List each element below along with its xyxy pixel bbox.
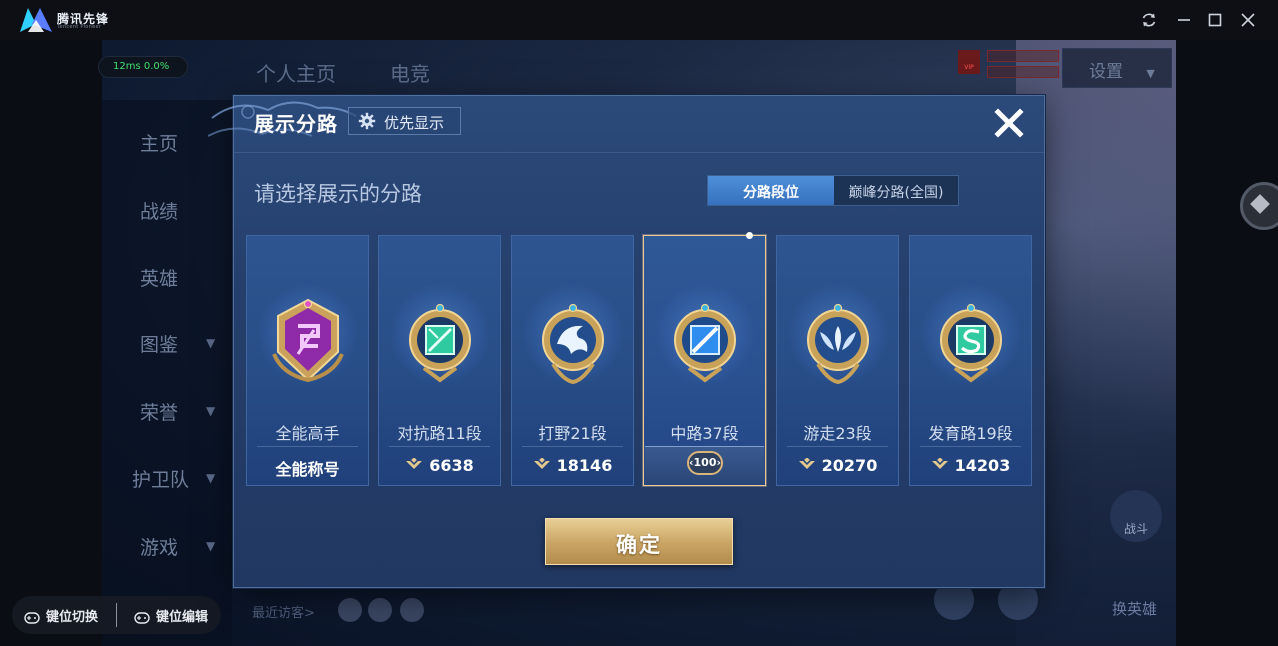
refresh-icon[interactable] [1139,10,1159,30]
priority-display-label: 优先显示 [384,114,445,132]
lane-card-farm[interactable]: 发育路19段 14203 [909,235,1032,486]
close-dialog-icon[interactable] [989,103,1029,143]
brand-subtitle: Tencent Pioneer [57,24,102,30]
lane-name: 打野21段 [538,424,607,443]
gear-icon [358,112,376,130]
dialog-subtitle: 请选择展示的分路 [254,182,422,206]
bg-notice-bar [987,66,1059,78]
lane-card-mid[interactable]: 中路37段 ‹100› [643,232,766,486]
confirm-button[interactable]: 确定 [545,518,733,565]
lane-name: 游走23段 [803,424,872,443]
lane-name: 对抗路11段 [397,424,482,443]
lane-name: 全能高手 [275,424,340,443]
chevron-down-icon: ▼ [206,471,216,485]
maximize-icon[interactable] [1205,10,1225,30]
lane-score: 20270 [777,456,898,475]
lane-score: 14203 [910,456,1031,475]
floating-side-button[interactable] [1240,182,1278,230]
rank-chevron-icon [533,458,550,469]
chevron-down-icon: ▼ [206,404,216,418]
key-edit-button[interactable]: 键位编辑 [134,606,208,625]
all-round-emblem-icon [272,298,344,383]
rank-chevron-icon [406,458,423,469]
sidebar-item-guard: 护卫队 ▼ [132,469,216,491]
lane-score: 18146 [512,456,633,475]
divider [522,446,623,447]
bg-fight-button: 战斗 [1110,490,1162,542]
bg-tab-profile: 个人主页 [256,62,336,86]
background-sidebar [102,100,232,646]
rank-chevron-icon [931,458,948,469]
vip-badge: VIP [958,50,980,74]
divider [234,152,1044,153]
lane-card-roam[interactable]: 游走23段 20270 [776,235,899,486]
title-bar: 腾讯先锋 Tencent Pioneer [0,0,1278,40]
bg-notice-bar [987,50,1059,62]
rank-chevron-icon [798,458,815,469]
selection-marker [746,232,753,239]
gamepad-icon [24,611,40,624]
divider [787,446,888,447]
sidebar-item-record: 战绩 [140,201,179,223]
chevron-down-icon: ▼ [206,336,216,350]
sidebar-item-heroes: 英雄 [140,268,179,290]
tab-peak-lane-national[interactable]: 巅峰分路(全国) [834,176,958,205]
divider [257,446,358,447]
key-mapping-bar: 键位切换 键位编辑 [12,596,221,634]
tab-lane-rank[interactable]: 分路段位 [708,176,834,205]
bg-settings-button: 设置 ▼ [1062,48,1172,88]
gamepad-icon [134,611,150,624]
divider [389,446,490,447]
bg-recent-visitors: 最近访客> [252,606,315,621]
chevron-down-icon: ▼ [206,539,216,553]
priority-display-button[interactable]: 优先显示 [348,107,461,135]
sidebar-item-codex: 图鉴 ▼ [140,334,216,356]
close-icon[interactable] [1238,10,1258,30]
latency-indicator: 12ms 0.0% [98,56,188,78]
lane-name: 发育路19段 [928,424,1013,443]
tencent-pioneer-logo-icon [20,8,52,32]
rank-badge: ‹100› [687,451,723,475]
segment-control: 分路段位 巅峰分路(全国) [707,175,959,206]
farm-lane-emblem-icon [940,303,1002,383]
bg-tab-esports: 电竞 [390,62,430,86]
bg-swap-hero: 换英雄 [1112,600,1158,618]
lane-card-all-round[interactable]: 全能高手 全能称号 [246,235,369,486]
lane-card-clash[interactable]: 对抗路11段 6638 [378,235,501,486]
emulator-window: 腾讯先锋 Tencent Pioneer 个人主页 电竞 主页 战绩 英雄 图鉴… [0,0,1278,646]
clash-lane-emblem-icon [409,303,471,383]
lane-display-dialog: 展示分路 优先显示 请选择展示的分路 分路段位 巅峰分路(全国) 全能高手 全能… [208,95,1045,588]
jungle-emblem-icon [542,303,604,385]
sidebar-item-honor: 荣誉 ▼ [140,402,216,424]
minimize-icon[interactable] [1174,10,1194,30]
visitor-avatar [338,598,362,622]
divider [116,603,117,627]
roam-emblem-icon [807,303,869,385]
sidebar-item-games: 游戏 ▼ [140,537,216,559]
key-switch-button[interactable]: 键位切换 [24,606,98,625]
divider [920,446,1021,447]
lane-name: 中路37段 [670,424,739,443]
chevron-down-icon: ▼ [1146,67,1155,80]
rank-ribbon: ‹100› [645,446,764,484]
lane-score: 6638 [379,456,500,475]
visitor-avatar [400,598,424,622]
mid-lane-emblem-icon [674,303,736,383]
visitor-avatar [368,598,392,622]
lane-card-jungle[interactable]: 打野21段 18146 [511,235,634,486]
lane-title: 全能称号 [275,460,340,479]
dialog-title: 展示分路 [254,112,338,136]
